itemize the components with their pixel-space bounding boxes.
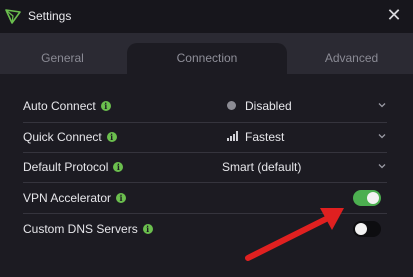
default-protocol-label: Default Protocol i	[23, 160, 124, 174]
close-icon[interactable]: ✕	[386, 6, 402, 24]
auto-connect-select[interactable]: Disabled	[222, 95, 387, 117]
toggle-knob	[355, 223, 367, 235]
info-icon[interactable]: i	[142, 224, 153, 234]
window-title: Settings	[28, 9, 72, 23]
title-bar: Settings ✕	[0, 0, 413, 33]
info-icon[interactable]: i	[116, 193, 127, 203]
auto-connect-label: Auto Connect i	[23, 99, 111, 113]
tab-general[interactable]: General	[0, 43, 125, 74]
quick-connect-select[interactable]: Fastest	[222, 126, 387, 148]
status-dot-icon	[227, 101, 236, 110]
info-icon[interactable]: i	[100, 101, 111, 111]
default-protocol-value: Smart (default)	[222, 160, 302, 174]
custom-dns-row: Custom DNS Servers i	[23, 214, 387, 244]
tab-advanced[interactable]: Advanced	[290, 43, 413, 74]
settings-window: Settings ✕ General Connection Advanced A…	[0, 0, 413, 277]
custom-dns-toggle[interactable]	[353, 221, 381, 237]
toggle-knob	[367, 192, 379, 204]
info-icon[interactable]: i	[113, 162, 124, 172]
chevron-down-icon	[378, 164, 386, 169]
default-protocol-select[interactable]: Smart (default)	[222, 156, 387, 178]
vpn-accelerator-row: VPN Accelerator i	[23, 183, 387, 213]
quick-connect-row: Quick Connect i Fastest	[23, 122, 387, 152]
auto-connect-value: Disabled	[245, 99, 292, 113]
vpn-accelerator-label: VPN Accelerator i	[23, 191, 127, 205]
signal-bars-icon	[227, 131, 238, 141]
chevron-down-icon	[378, 134, 386, 139]
info-icon[interactable]: i	[106, 132, 117, 142]
auto-connect-row: Auto Connect i Disabled	[23, 91, 387, 121]
protonvpn-logo-icon	[5, 9, 21, 24]
tab-bar: General Connection Advanced	[0, 33, 413, 74]
custom-dns-label: Custom DNS Servers i	[23, 222, 153, 236]
quick-connect-label: Quick Connect i	[23, 130, 117, 144]
tab-connection[interactable]: Connection	[127, 43, 287, 74]
default-protocol-row: Default Protocol i Smart (default)	[23, 152, 387, 182]
chevron-down-icon	[378, 103, 386, 108]
vpn-accelerator-toggle[interactable]	[353, 190, 381, 206]
quick-connect-value: Fastest	[245, 130, 285, 144]
